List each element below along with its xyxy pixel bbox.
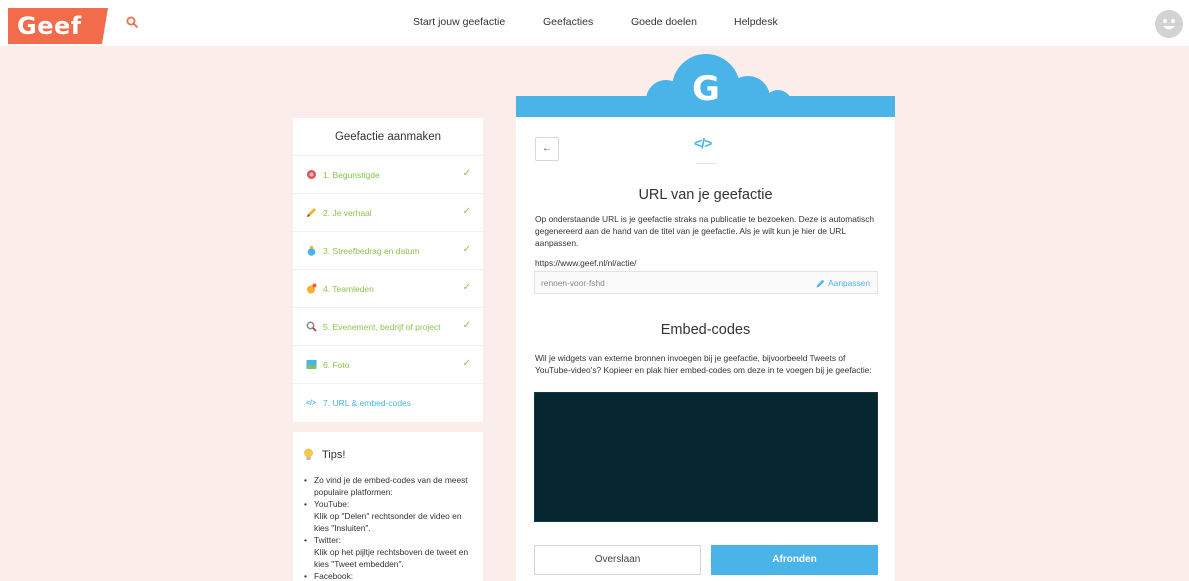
step-label: 1. Begunstigde [323, 169, 380, 180]
finish-button[interactable]: Afronden [711, 545, 878, 575]
embed-codes-textarea[interactable] [534, 392, 878, 522]
steps-sidebar: Geefactie aanmaken 1. Begunstigde ✓ 2. J… [293, 118, 483, 422]
url-prefix: https://www.geef.nl/nl/actie/ [535, 258, 637, 268]
pencil-icon [816, 279, 825, 287]
code-icon: </> [305, 399, 317, 407]
geef-logo[interactable]: Geef [8, 8, 108, 44]
url-embed-form-card: ← </> URL van je geefactie Op onderstaan… [516, 117, 895, 581]
tips-list: Zo vind je de embed-codes van de meest p… [304, 474, 476, 581]
tips-card: Tips! Zo vind je de embed-codes van de m… [293, 432, 483, 581]
sidebar-step-foto[interactable]: 6. Foto ✓ [293, 346, 483, 384]
sidebar-step-streefbedrag[interactable]: 3. Streefbedrag en datum ✓ [293, 232, 483, 270]
magnifier-icon [305, 321, 317, 333]
tip-item: YouTube:Klik op "Delen" rechtsonder de v… [304, 498, 476, 534]
back-button[interactable]: ← [535, 137, 559, 161]
step-label: 4. Teamleden [323, 283, 374, 294]
ribbon-icon [305, 169, 317, 181]
tip-item: Facebook: [304, 570, 476, 581]
sidebar-step-url-embed[interactable]: </> 7. URL & embed-codes [293, 384, 483, 422]
nav-geefacties[interactable]: Geefacties [543, 16, 593, 28]
tips-title: Tips! [322, 449, 346, 461]
sidebar-step-verhaal[interactable]: 2. Je verhaal ✓ [293, 194, 483, 232]
url-slug-input[interactable] [541, 277, 781, 289]
check-icon: ✓ [462, 206, 471, 217]
cloud-banner: G [516, 54, 895, 118]
url-slug-field: Aanpassen [534, 271, 878, 294]
embed-section-title: Embed-codes [660, 322, 751, 338]
embed-code-icon: </> [694, 135, 712, 151]
step-label: 6. Foto [323, 359, 350, 370]
step-label: 3. Streefbedrag en datum [323, 245, 420, 256]
banner-letter: G [692, 69, 720, 109]
user-avatar[interactable] [1155, 10, 1183, 38]
tip-item: Zo vind je de embed-codes van de meest p… [304, 474, 476, 498]
check-icon: ✓ [462, 282, 471, 293]
search-icon[interactable] [126, 16, 138, 28]
photo-icon [305, 359, 317, 371]
top-navigation-bar: Geef Start jouw geefactie Geefacties Goe… [0, 0, 1189, 46]
section-divider [696, 163, 716, 164]
step-label: 5. Evenement, bedrijf of project [323, 321, 441, 332]
step-label: 2. Je verhaal [323, 207, 372, 218]
check-icon: ✓ [462, 320, 471, 331]
nav-goede-doelen[interactable]: Goede doelen [631, 16, 697, 28]
lightbulb-icon [304, 448, 313, 460]
edit-url-link[interactable]: Aanpassen [816, 278, 870, 288]
smiley-avatar-icon [1155, 10, 1183, 38]
sidebar-step-begunstigde[interactable]: 1. Begunstigde ✓ [293, 156, 483, 194]
step-label: 7. URL & embed-codes [323, 398, 412, 408]
skip-button[interactable]: Overslaan [534, 545, 701, 575]
check-icon: ✓ [462, 244, 471, 255]
url-section-title: URL van je geefactie [638, 187, 773, 203]
money-bag-icon [305, 245, 317, 257]
url-section-description: Op onderstaande URL is je geefactie stra… [535, 214, 875, 248]
check-icon: ✓ [462, 358, 471, 369]
sidebar-title: Geefactie aanmaken [293, 118, 483, 156]
sidebar-step-teamleden[interactable]: 4. Teamleden ✓ [293, 270, 483, 308]
nav-start-geefactie[interactable]: Start jouw geefactie [413, 16, 505, 28]
sidebar-step-evenement[interactable]: 5. Evenement, bedrijf of project ✓ [293, 308, 483, 346]
tip-item: Twitter:Klik op het pijltje rechtsboven … [304, 534, 476, 570]
nav-helpdesk[interactable]: Helpdesk [734, 16, 778, 28]
check-icon: ✓ [462, 168, 471, 179]
embed-section-description: Wil je widgets van externe bronnen invoe… [535, 353, 872, 375]
pencil-icon [305, 207, 317, 219]
team-icon [305, 283, 317, 295]
tips-header: Tips! [303, 448, 345, 462]
